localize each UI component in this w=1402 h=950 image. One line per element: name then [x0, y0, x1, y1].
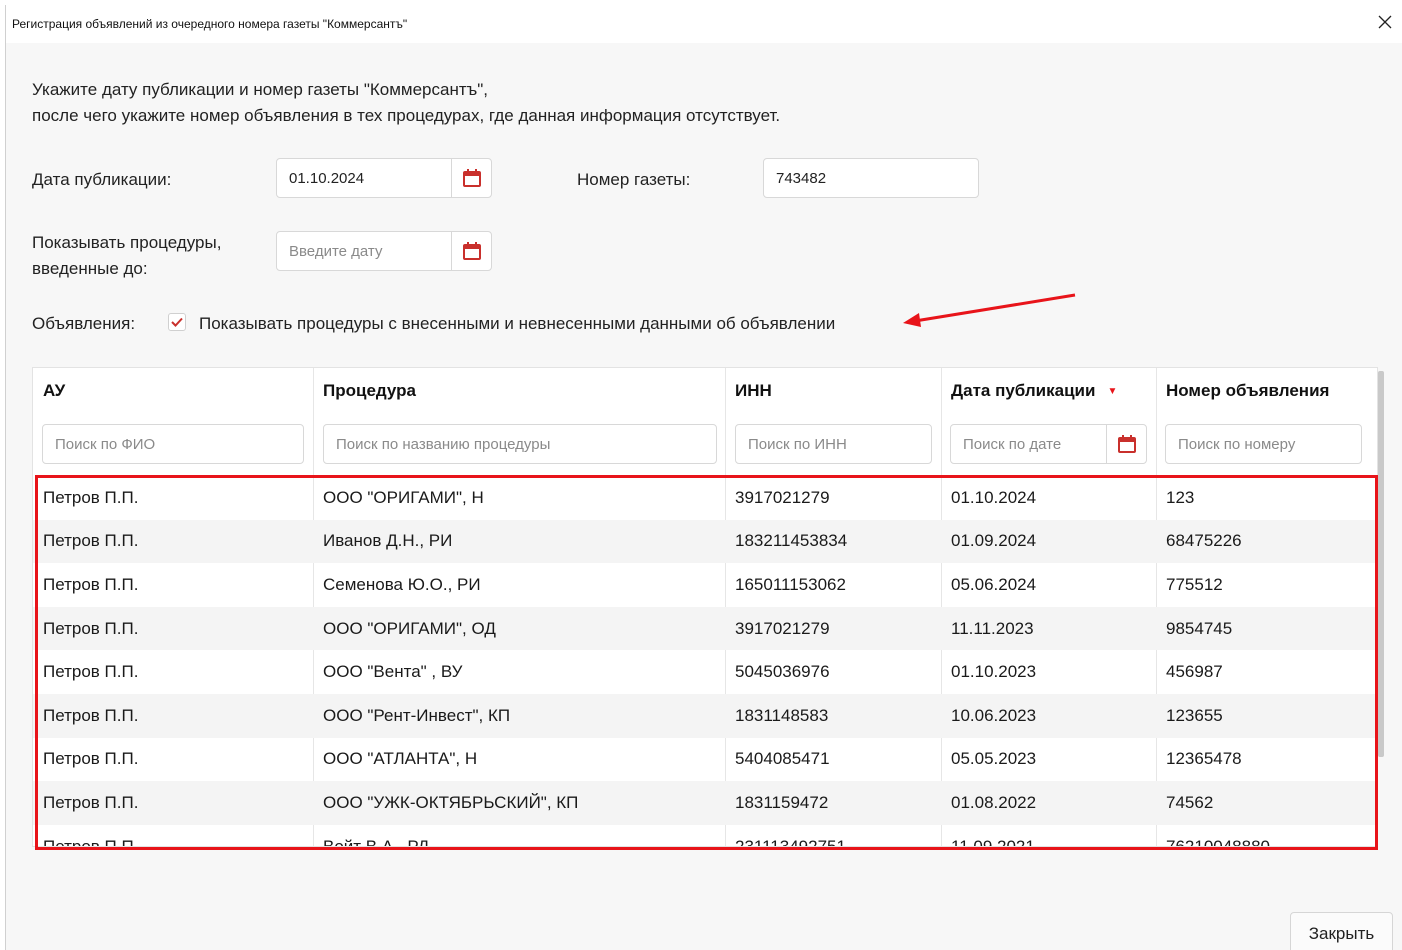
- calendar-icon[interactable]: [1106, 425, 1146, 463]
- show-before-date-field[interactable]: Введите дату: [276, 231, 492, 271]
- instructions: Укажите дату публикации и номер газеты "…: [32, 77, 780, 129]
- cell-procedure: Иванов Д.Н., РИ: [323, 531, 453, 551]
- cell-procedure: ООО "АТЛАНТА", Н: [323, 749, 478, 769]
- annotation-arrow-icon: [903, 293, 1076, 327]
- filter-date-input[interactable]: Поиск по дате: [950, 424, 1147, 464]
- cell-au: Петров П.П.: [43, 531, 139, 551]
- cell-number: 74562: [1166, 792, 1214, 812]
- table-scrollbar[interactable]: [1378, 371, 1384, 757]
- column-header-date[interactable]: Дата публикации ▼: [941, 368, 1156, 414]
- window-title: Регистрация объявлений из очередного ном…: [12, 17, 408, 31]
- dialog-window: Регистрация объявлений из очередного ном…: [5, 5, 1402, 950]
- table-row[interactable]: Петров П.П. ООО "АТЛАНТА", Н 5404085471 05.…: [33, 738, 1377, 782]
- cell-au: Петров П.П.: [43, 574, 139, 594]
- cell-inn: 1831148583: [735, 705, 829, 725]
- close-button[interactable]: Закрыть: [1290, 912, 1393, 950]
- cell-au: Петров П.П.: [43, 749, 139, 769]
- show-before-label-line-1: Показывать процедуры,: [32, 233, 222, 252]
- cell-au: Петров П.П.: [43, 487, 139, 507]
- cell-number: 775512: [1166, 574, 1223, 594]
- cell-date: 01.10.2023: [951, 662, 1037, 682]
- sort-desc-icon[interactable]: ▼: [1107, 386, 1117, 397]
- cell-inn: 3917021279: [735, 618, 830, 638]
- title-bar: Регистрация объявлений из очередного ном…: [6, 5, 1402, 43]
- table-row[interactable]: Петров П.П. ООО "ОРИГАМИ", ОД 3917021279 11…: [33, 606, 1377, 651]
- table-row[interactable]: Петров П.П. Иванов Д.Н., РИ 183211453834 01…: [33, 519, 1377, 564]
- show-all-checkbox[interactable]: [168, 313, 186, 331]
- table-row[interactable]: Петров П.П. ООО "ОРИГАМИ", Н 3917021279 01.…: [33, 476, 1377, 520]
- filter-procedure-input[interactable]: Поиск по названию процедуры: [323, 424, 717, 464]
- cell-number: 123: [1166, 487, 1195, 507]
- filter-date-placeholder[interactable]: Поиск по дате: [963, 436, 1061, 453]
- table-row[interactable]: Петров П.П. ООО "УЖК-ОКТЯБРЬСКИЙ", КП 1831…: [33, 781, 1377, 825]
- cell-au: Петров П.П.: [43, 662, 139, 682]
- show-all-checkbox-label[interactable]: Показывать процедуры с внесенными и невн…: [199, 314, 835, 334]
- cell-date: 05.05.2023: [951, 749, 1037, 769]
- cell-number: 456987: [1166, 662, 1223, 682]
- column-header-au[interactable]: АУ: [33, 368, 313, 414]
- cell-date: 01.10.2024: [951, 487, 1037, 507]
- newspaper-number-label: Номер газеты:: [577, 170, 691, 189]
- show-before-label: Показывать процедуры, введенные до:: [32, 230, 221, 282]
- cell-inn: 231113492751: [735, 836, 846, 847]
- column-header-inn[interactable]: ИНН: [725, 368, 941, 414]
- cell-inn: 183211453834: [735, 531, 848, 551]
- column-header-procedure[interactable]: Процедура: [313, 368, 725, 414]
- cell-procedure: ООО "ОРИГАМИ", Н: [323, 487, 484, 507]
- cell-date: 11.09.2021: [951, 836, 1035, 847]
- cell-date: 01.09.2024: [951, 531, 1037, 551]
- instructions-line-2: после чего укажите номер объявления в те…: [32, 106, 781, 125]
- instructions-line-1: Укажите дату публикации и номер газеты "…: [32, 80, 489, 99]
- cell-date: 10.06.2023: [951, 705, 1037, 725]
- cell-number: 123655: [1166, 705, 1223, 725]
- column-header-date-label: Дата публикации: [951, 381, 1096, 400]
- cell-procedure: ООО "ОРИГАМИ", ОД: [323, 618, 496, 638]
- table-row[interactable]: Петров П.П. ООО "Рент-Инвест", КП 18311485…: [33, 694, 1377, 738]
- filter-number-input[interactable]: Поиск по номеру: [1165, 424, 1362, 464]
- cell-procedure: Семенова Ю.О., РИ: [323, 574, 481, 594]
- cell-inn: 165011153062: [735, 574, 846, 594]
- calendar-icon[interactable]: [451, 232, 491, 270]
- cell-date: 01.08.2022: [951, 792, 1037, 812]
- cell-inn: 1831159472: [735, 792, 829, 812]
- table-row[interactable]: Петров П.П. ООО "Вента" , ВУ 5045036976 01.…: [33, 650, 1377, 694]
- column-header-number[interactable]: Номер объявления: [1156, 368, 1377, 414]
- cell-number: 12365478: [1166, 749, 1242, 769]
- cell-number: 68475226: [1166, 531, 1242, 551]
- filter-au-input[interactable]: Поиск по ФИО: [42, 424, 304, 464]
- cell-procedure: ООО "Рент-Инвест", КП: [323, 705, 511, 725]
- publication-date-label: Дата публикации:: [32, 170, 172, 189]
- cell-inn: 3917021279: [735, 487, 830, 507]
- cell-au: Петров П.П.: [43, 836, 139, 847]
- calendar-icon[interactable]: [451, 159, 491, 197]
- cell-number: 76210048880: [1166, 836, 1271, 847]
- publication-date-field[interactable]: 01.10.2024: [276, 158, 492, 198]
- newspaper-number-field[interactable]: 743482: [763, 158, 979, 198]
- cell-procedure: ООО "УЖК-ОКТЯБРЬСКИЙ", КП: [323, 792, 579, 812]
- show-before-label-line-2: введенные до:: [32, 259, 148, 278]
- cell-procedure: Войт В.А., РД: [323, 836, 430, 847]
- ads-label: Объявления:: [32, 314, 136, 333]
- filter-inn-input[interactable]: Поиск по ИНН: [735, 424, 932, 464]
- cell-procedure: ООО "Вента" , ВУ: [323, 662, 463, 682]
- cell-inn: 5404085471: [735, 749, 830, 769]
- procedures-table: АУ Процедура ИНН Дата публикации ▼ Номер…: [32, 367, 1378, 847]
- cell-au: Петров П.П.: [43, 618, 139, 638]
- table-row[interactable]: Петров П.П. Войт В.А., РД 231113492751 11.0…: [33, 825, 1377, 847]
- cell-date: 05.06.2024: [951, 574, 1037, 594]
- cell-number: 9854745: [1166, 618, 1233, 638]
- checkmark-icon: [171, 317, 183, 327]
- table-row[interactable]: Петров П.П. Семенова Ю.О., РИ 165011153062…: [33, 563, 1377, 607]
- cell-au: Петров П.П.: [43, 705, 139, 725]
- cell-inn: 5045036976: [735, 662, 830, 682]
- cell-au: Петров П.П.: [43, 792, 139, 812]
- close-icon[interactable]: [1374, 11, 1396, 33]
- cell-date: 11.11.2023: [951, 618, 1034, 638]
